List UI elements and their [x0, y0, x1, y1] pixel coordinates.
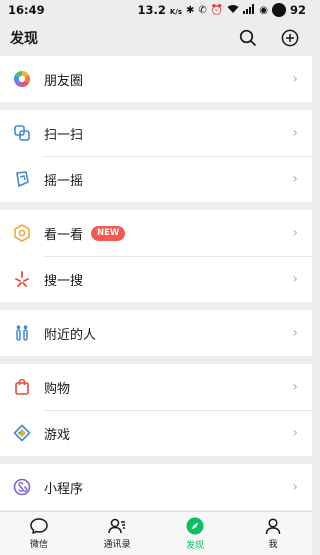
- status-indicators: 13.2 K/s ✱ ✆ ⏰ ◉ 92: [137, 3, 306, 17]
- data-saver-icon: ◉: [259, 4, 268, 16]
- menu-group-moments: 朋友圈 ›: [0, 56, 312, 102]
- signal-icon: [243, 3, 255, 17]
- tab-label: 发现: [185, 541, 204, 551]
- menu-item-mini-programs[interactable]: 小程序 ›: [0, 464, 312, 510]
- menu-group-nearby: 附近的人 ›: [0, 310, 312, 356]
- chevron-right-icon: ›: [292, 171, 298, 187]
- menu-item-label: 小程序: [44, 481, 84, 497]
- menu-item-label: 看一看: [44, 227, 84, 243]
- menu-item-people-nearby[interactable]: 附近的人 ›: [0, 310, 312, 356]
- status-time: 16:49: [8, 3, 45, 17]
- plus-circle-icon: [281, 29, 299, 47]
- phone-icon: ✆: [198, 4, 207, 16]
- search-icon: [239, 29, 256, 46]
- page-title: 发现: [10, 31, 38, 47]
- chat-icon: [30, 518, 48, 534]
- menu-item-search[interactable]: 搜一搜 ›: [0, 256, 312, 302]
- bluetooth-icon: ✱: [186, 4, 195, 16]
- network-speed: 13.2 K/s: [137, 3, 182, 17]
- menu-item-label: 附近的人: [44, 327, 97, 343]
- menu-item-label: 游戏: [44, 427, 71, 443]
- new-badge: NEW: [91, 225, 126, 241]
- tab-contacts[interactable]: 通讯录: [78, 512, 156, 555]
- menu-item-label: 朋友圈: [44, 73, 84, 89]
- menu-item-shopping[interactable]: 购物 ›: [0, 364, 312, 410]
- tab-discover[interactable]: 发现: [156, 512, 234, 555]
- section-gap: [0, 202, 312, 210]
- tab-bar: 微信 通讯录 发现 我: [0, 511, 312, 555]
- tab-me[interactable]: 我: [234, 512, 312, 555]
- section-gap: [0, 356, 312, 364]
- chevron-right-icon: ›: [292, 325, 298, 341]
- shake-icon: [12, 169, 32, 189]
- moments-icon: [12, 69, 32, 89]
- contacts-icon: [108, 518, 125, 534]
- section-gap: [0, 456, 312, 464]
- battery-level: 92: [289, 3, 306, 17]
- menu-item-label: 摇一摇: [44, 173, 84, 189]
- network-speed-unit: K/s: [169, 8, 183, 16]
- section-gap: [0, 102, 312, 110]
- tab-label: 通讯录: [103, 540, 131, 550]
- menu-item-scan[interactable]: 扫一扫 ›: [0, 110, 312, 156]
- alarm-icon: ⏰: [210, 4, 224, 16]
- status-bar: 16:49 13.2 K/s ✱ ✆ ⏰ ◉ 92: [0, 0, 312, 20]
- menu-group-look-search: 看一看 NEW › 搜一搜 ›: [0, 210, 312, 302]
- menu-item-top-stories[interactable]: 看一看 NEW ›: [0, 210, 312, 256]
- wifi-icon: [227, 4, 239, 17]
- menu-item-shake[interactable]: 摇一摇 ›: [0, 156, 312, 202]
- chevron-right-icon: ›: [292, 479, 298, 495]
- chevron-right-icon: ›: [292, 425, 298, 441]
- search-button[interactable]: [236, 26, 260, 50]
- tab-label: 微信: [29, 540, 48, 550]
- tab-chats[interactable]: 微信: [0, 512, 78, 555]
- shopping-bag-icon: [12, 377, 32, 397]
- chevron-right-icon: ›: [292, 271, 298, 287]
- compass-icon: [186, 517, 204, 535]
- menu-item-label: 扫一扫: [44, 127, 84, 143]
- search-star-icon: [12, 269, 32, 289]
- game-icon: [12, 423, 32, 443]
- section-gap: [0, 302, 312, 310]
- chevron-right-icon: ›: [292, 71, 298, 87]
- nav-bar: 发现: [0, 20, 312, 56]
- chevron-right-icon: ›: [292, 225, 298, 241]
- menu-group-shop-game: 购物 › 游戏 ›: [0, 364, 312, 456]
- menu-item-moments[interactable]: 朋友圈 ›: [0, 56, 312, 102]
- menu-item-games[interactable]: 游戏 ›: [0, 410, 312, 456]
- people-nearby-icon: [12, 323, 32, 343]
- top-stories-icon: [12, 223, 32, 243]
- menu-group-mini-programs: 小程序 ›: [0, 464, 312, 510]
- menu-item-label: 搜一搜: [44, 273, 84, 289]
- chevron-right-icon: ›: [292, 125, 298, 141]
- menu-item-label: 购物: [44, 381, 71, 397]
- network-speed-value: 13.2: [137, 3, 166, 17]
- menu-group-scan-shake: 扫一扫 › 摇一摇 ›: [0, 110, 312, 202]
- tab-label: 我: [268, 540, 278, 550]
- me-icon: [265, 518, 281, 535]
- chevron-right-icon: ›: [292, 379, 298, 395]
- mini-program-icon: [12, 477, 32, 497]
- add-button[interactable]: [278, 26, 302, 50]
- scan-icon: [12, 123, 32, 143]
- battery-icon: [271, 3, 286, 17]
